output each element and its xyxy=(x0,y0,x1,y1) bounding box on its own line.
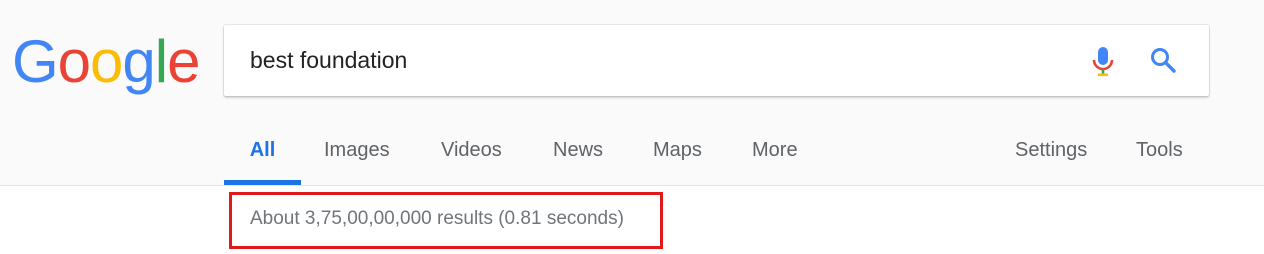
logo-letter: l xyxy=(154,28,168,95)
logo-letter: g xyxy=(122,28,155,95)
search-input[interactable] xyxy=(250,25,1070,96)
search-box[interactable] xyxy=(224,25,1209,96)
logo-letter: o xyxy=(90,28,123,95)
tools-link[interactable]: Tools xyxy=(1136,120,1183,185)
search-header: Google All Images Videos News Maps More … xyxy=(0,0,1264,186)
result-stats: About 3,75,00,00,000 results (0.81 secon… xyxy=(250,208,624,229)
tab-all[interactable]: All xyxy=(224,120,301,185)
logo-letter: o xyxy=(57,28,91,95)
tab-news[interactable]: News xyxy=(553,120,603,185)
microphone-icon[interactable] xyxy=(1090,45,1116,79)
google-logo[interactable]: Google xyxy=(12,22,201,102)
tab-images[interactable]: Images xyxy=(324,120,390,185)
settings-link[interactable]: Settings xyxy=(1015,120,1087,185)
tab-videos[interactable]: Videos xyxy=(441,120,502,185)
logo-letter: e xyxy=(167,28,200,95)
logo-letter: G xyxy=(12,28,59,95)
magnifier-icon[interactable] xyxy=(1149,46,1177,74)
tab-more[interactable]: More xyxy=(752,120,798,185)
tab-maps[interactable]: Maps xyxy=(653,120,702,185)
search-tabs: All Images Videos News Maps More Setting… xyxy=(224,120,1224,185)
